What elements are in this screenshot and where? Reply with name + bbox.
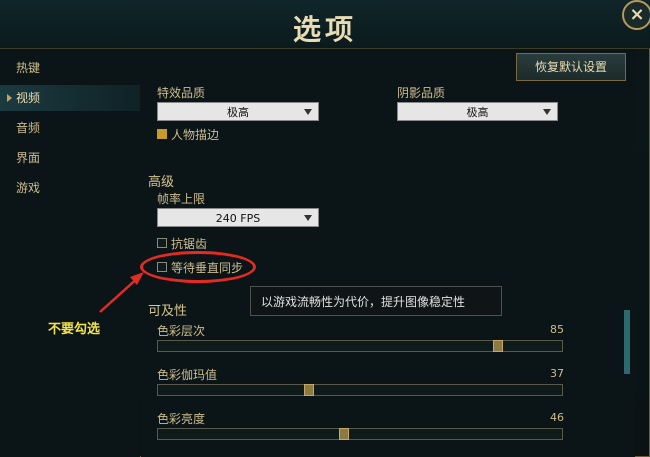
active-marker-icon [7, 94, 12, 102]
antialiasing-label: 抗锯齿 [171, 237, 208, 251]
window-title: 选项 [292, 13, 357, 46]
color-brightness-value: 46 [550, 411, 564, 424]
reset-defaults-button[interactable]: 恢复默认设置 [516, 53, 626, 81]
slider-thumb[interactable] [493, 340, 503, 352]
sidebar-item-label: 游戏 [16, 181, 41, 195]
sidebar-item-label: 视频 [16, 91, 41, 105]
annotation-circle [140, 251, 256, 283]
slider-thumb[interactable] [339, 428, 349, 440]
frame-rate-dropdown[interactable]: 240 FPS [157, 208, 319, 227]
shadow-quality-value: 极高 [466, 106, 489, 119]
character-outline-label: 人物描边 [171, 128, 220, 142]
sidebar-item-label: 音频 [16, 121, 41, 135]
color-gamma-label: 色彩伽玛值 [157, 368, 218, 382]
antialiasing-checkbox[interactable] [157, 238, 167, 248]
sidebar-item-game[interactable]: 游戏 [0, 175, 140, 201]
sidebar-item-audio[interactable]: 音频 [0, 115, 140, 141]
frame-rate-value: 240 FPS [215, 212, 261, 225]
color-levels-label: 色彩层次 [157, 324, 206, 338]
sidebar-item-video[interactable]: 视频 [0, 85, 140, 111]
shadow-quality-label: 阴影品质 [397, 86, 446, 100]
sidebar-item-label: 界面 [16, 151, 41, 165]
effects-quality-dropdown[interactable]: 极高 [157, 102, 319, 121]
chevron-down-icon [304, 109, 312, 115]
chevron-down-icon [543, 109, 551, 115]
accessibility-section-header: 可及性 [148, 304, 188, 319]
advanced-section-header: 高级 [148, 175, 175, 190]
color-gamma-value: 37 [550, 367, 564, 380]
color-brightness-label: 色彩亮度 [157, 412, 206, 426]
sidebar-item-hotkeys[interactable]: 热键 [0, 55, 140, 81]
color-levels-slider[interactable] [157, 340, 563, 352]
slider-thumb[interactable] [304, 384, 314, 396]
frame-rate-label: 帧率上限 [157, 192, 206, 206]
close-button[interactable]: × [622, 0, 650, 30]
character-outline-checkbox[interactable] [157, 129, 167, 139]
color-gamma-slider[interactable] [157, 384, 563, 396]
color-brightness-slider[interactable] [157, 428, 563, 440]
sidebar: 热键 视频 音频 界面 游戏 [0, 49, 140, 457]
title-bar: 选项 [0, 0, 650, 49]
shadow-quality-dropdown[interactable]: 极高 [397, 102, 558, 121]
chevron-down-icon [304, 215, 312, 221]
scrollbar[interactable] [624, 310, 630, 374]
annotation-label: 不要勾选 [48, 322, 101, 337]
sidebar-item-interface[interactable]: 界面 [0, 145, 140, 171]
color-levels-value: 85 [550, 323, 564, 336]
vsync-tooltip: 以游戏流畅性为代价，提升图像稳定性 [250, 286, 502, 316]
effects-quality-label: 特效品质 [157, 86, 206, 100]
effects-quality-value: 极高 [227, 106, 249, 119]
sidebar-item-label: 热键 [16, 61, 41, 75]
